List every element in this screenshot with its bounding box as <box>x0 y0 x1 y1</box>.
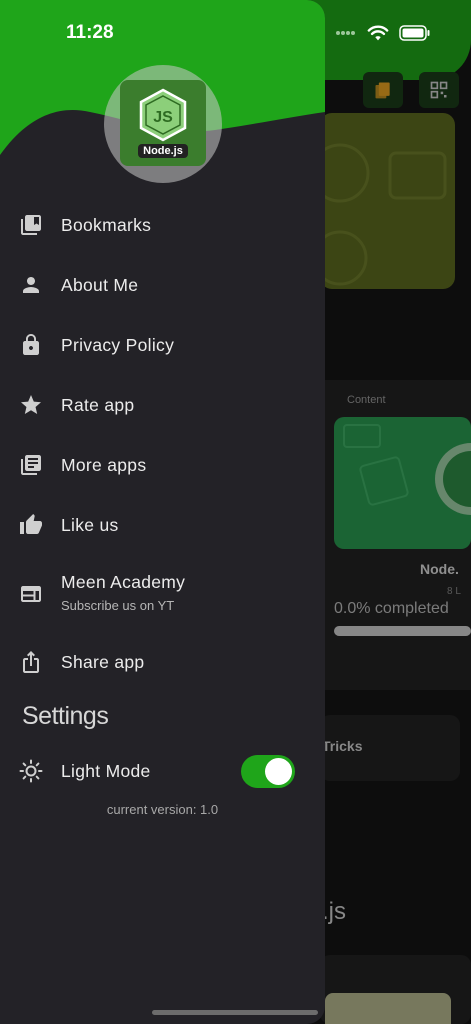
web-window-icon <box>21 586 41 602</box>
lock-icon <box>23 334 39 355</box>
menu-label: Like us <box>61 514 119 535</box>
menu-item-meen-academy[interactable]: Meen Academy Subscribe us on YT <box>0 566 325 622</box>
menu-label: Share app <box>61 651 145 672</box>
nodejs-logo: JS Node.js <box>120 80 206 166</box>
menu-item-privacy-policy[interactable]: Privacy Policy <box>0 320 325 370</box>
toggle-knob <box>265 758 292 785</box>
menu-label: Meen Academy <box>61 572 186 592</box>
home-indicator[interactable] <box>152 1010 318 1015</box>
light-mode-toggle[interactable] <box>241 755 295 788</box>
app-version: current version: 1.0 <box>106 802 219 817</box>
status-indicators <box>335 24 431 42</box>
menu-sublabel: Subscribe us on YT <box>61 598 175 613</box>
menu-label: Light Mode <box>61 760 151 781</box>
menu-label: Privacy Policy <box>61 334 175 355</box>
menu-label: About Me <box>61 274 139 295</box>
menu-label: Bookmarks <box>61 214 152 235</box>
person-icon <box>23 277 39 293</box>
menu-label: Rate app <box>61 394 135 415</box>
menu-item-more-apps[interactable]: More apps <box>0 440 325 490</box>
logo-caption: Node.js <box>138 144 188 158</box>
share-icon <box>23 651 39 673</box>
status-time: 11:28 <box>66 22 114 43</box>
battery-icon <box>399 25 430 41</box>
menu-item-share-app[interactable]: Share app <box>0 637 325 687</box>
menu-item-rate-app[interactable]: Rate app <box>0 380 325 430</box>
svg-text:JS: JS <box>153 109 173 126</box>
bookmarks-icon <box>21 215 41 235</box>
star-icon <box>21 395 41 414</box>
menu-item-about-me[interactable]: About Me <box>0 260 325 310</box>
thumbs-up-icon <box>20 514 42 534</box>
wifi-icon <box>367 25 389 41</box>
menu-item-bookmarks[interactable]: Bookmarks <box>0 200 325 250</box>
settings-heading: Settings <box>22 702 109 730</box>
nodejs-hexagon-icon: JS <box>139 88 187 142</box>
menu-item-like-us[interactable]: Like us <box>0 500 325 550</box>
signal-dots-icon <box>336 31 355 35</box>
menu-label: More apps <box>61 454 147 475</box>
navigation-drawer: JS Node.js Bookmarks About Me Privacy Po… <box>0 0 325 1024</box>
library-icon <box>21 455 41 475</box>
sun-icon <box>19 759 43 783</box>
